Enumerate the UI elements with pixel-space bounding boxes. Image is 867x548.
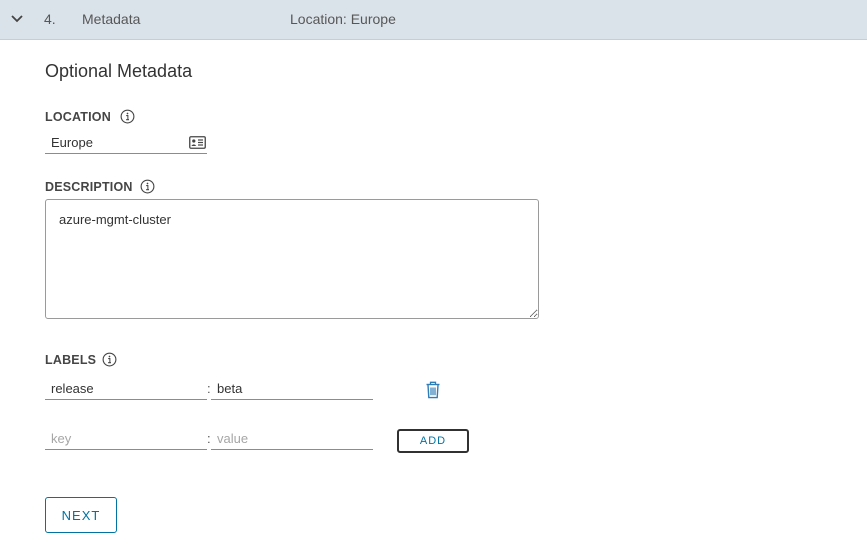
trash-icon[interactable]	[425, 381, 441, 399]
add-label-button[interactable]: ADD	[397, 429, 469, 453]
label-value-input[interactable]	[211, 378, 373, 400]
location-label: LOCATION	[45, 110, 111, 124]
chevron-down-icon[interactable]	[10, 14, 24, 24]
step-number: 4.	[44, 11, 56, 27]
step-title: Metadata	[82, 11, 141, 27]
next-button[interactable]: NEXT	[45, 497, 117, 533]
location-input[interactable]	[45, 132, 207, 154]
info-icon[interactable]	[120, 109, 135, 124]
id-card-icon[interactable]	[189, 136, 206, 149]
description-label: DESCRIPTION	[45, 180, 133, 194]
step-header[interactable]: 4. Metadata Location: Europe	[0, 0, 867, 40]
new-label-key-input[interactable]	[45, 428, 207, 450]
step-summary: Location: Europe	[290, 11, 396, 27]
info-icon[interactable]	[140, 179, 155, 194]
info-icon[interactable]	[102, 352, 117, 367]
description-textarea[interactable]: azure-mgmt-cluster	[45, 199, 539, 319]
section-title: Optional Metadata	[45, 61, 193, 81]
labels-label: LABELS	[45, 353, 97, 367]
label-key-input[interactable]	[45, 378, 207, 400]
new-label-value-input[interactable]	[211, 428, 373, 450]
